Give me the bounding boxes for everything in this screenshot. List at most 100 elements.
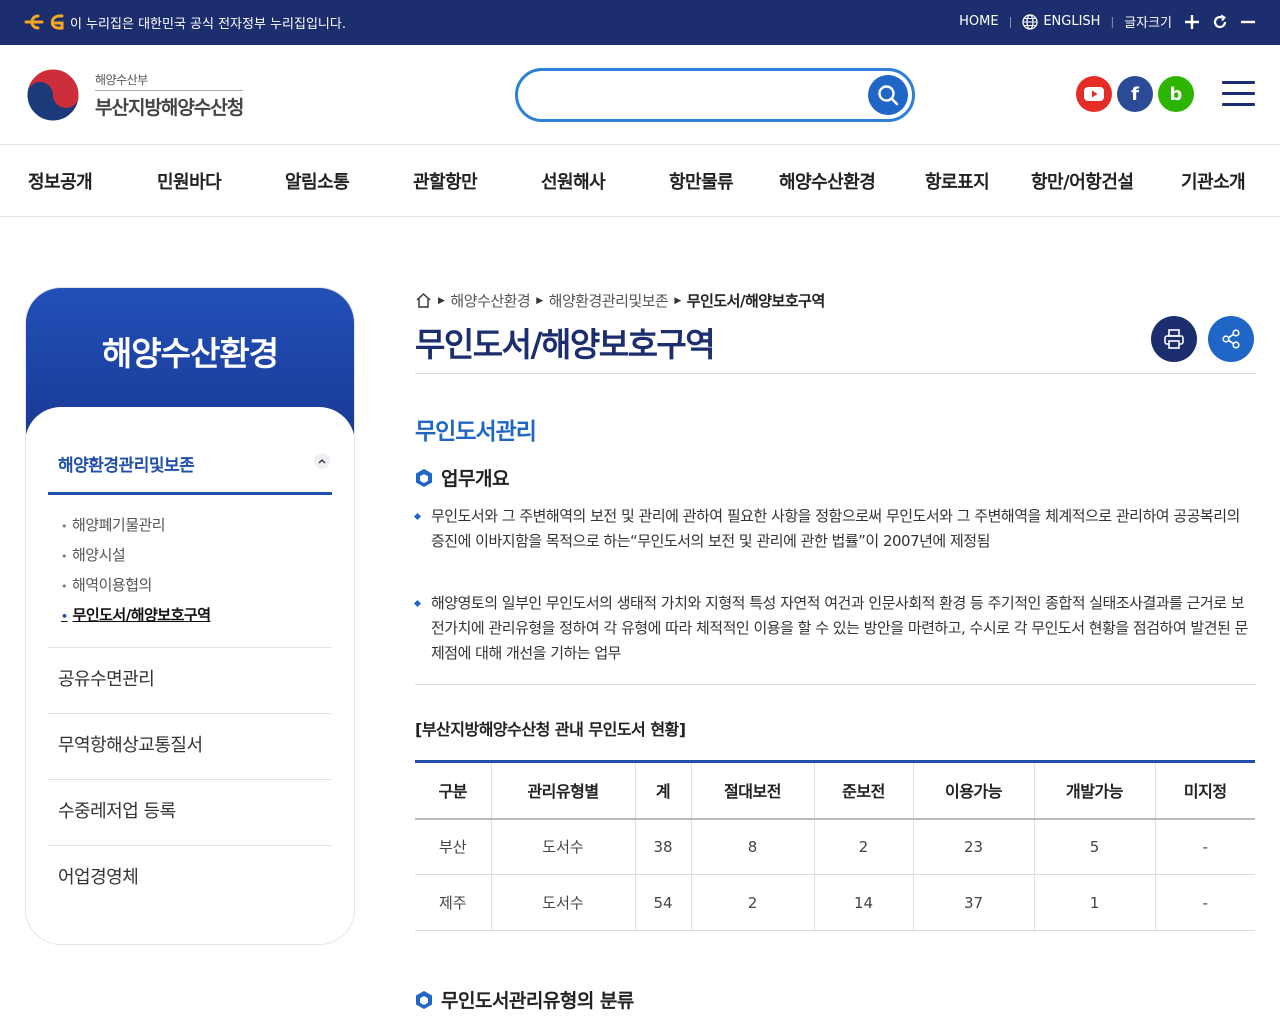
search-button[interactable] bbox=[868, 75, 908, 115]
utility-menu: HOME | ENGLISH | 글자크기 bbox=[959, 12, 1256, 31]
gnb-about[interactable]: 기관소개 bbox=[1181, 168, 1246, 194]
lnb-item[interactable]: 어업경영체 bbox=[48, 845, 332, 911]
table-caption: [부산지방해양수산청 관내 무인도서 현황] bbox=[415, 720, 686, 739]
search-input[interactable] bbox=[538, 81, 858, 109]
table-cell: 제주 bbox=[415, 874, 492, 931]
globe-icon bbox=[1022, 13, 1038, 30]
font-decrease-button[interactable] bbox=[1240, 14, 1256, 30]
title-divider bbox=[415, 373, 1256, 374]
breadcrumb-item[interactable]: 해양수산환경 bbox=[450, 290, 530, 311]
blog-icon: b bbox=[1169, 83, 1183, 105]
column-header: 미지정 bbox=[1155, 761, 1255, 820]
home-link[interactable]: HOME bbox=[959, 14, 998, 29]
subsection-title: 업무개요 bbox=[415, 464, 509, 491]
table-cell: 37 bbox=[913, 874, 1035, 931]
hexagon-bullet-icon bbox=[416, 990, 432, 1009]
blog-button[interactable]: b bbox=[1158, 76, 1194, 112]
lnb-item[interactable]: 수중레저업 등록 bbox=[48, 779, 332, 845]
lnb-item[interactable]: 공유수면관리 bbox=[48, 647, 332, 713]
table-row: 제주 도서수 54 2 14 37 1 - bbox=[415, 874, 1255, 931]
table-cell: 2 bbox=[691, 874, 815, 931]
table-cell: 54 bbox=[635, 874, 692, 931]
facebook-button[interactable]: f bbox=[1117, 76, 1153, 112]
youtube-button[interactable] bbox=[1076, 76, 1112, 112]
print-icon bbox=[1164, 329, 1184, 349]
site-logo[interactable]: 해양수산부 부산지방해양수산청 bbox=[25, 67, 244, 123]
table-row: 부산 도서수 38 8 2 23 5 - bbox=[415, 818, 1255, 875]
table-cell: 23 bbox=[913, 818, 1035, 875]
home-icon[interactable] bbox=[415, 292, 432, 309]
print-button[interactable] bbox=[1151, 316, 1197, 362]
sns-links: f b bbox=[1076, 76, 1194, 112]
table-cell: 5 bbox=[1034, 818, 1156, 875]
subsection-title-text: 무인도서관리유형의 분류 bbox=[441, 990, 634, 1012]
lnb-sub-list: 해양폐기물관리 해양시설 해역이용협의 무인도서/해양보호구역 bbox=[61, 515, 211, 635]
lnb-sub-item[interactable]: 해역이용협의 bbox=[61, 575, 211, 605]
breadcrumb-current: 무인도서/해양보호구역 bbox=[686, 292, 825, 310]
menu-button[interactable] bbox=[1222, 81, 1255, 108]
refresh-icon bbox=[1213, 14, 1227, 28]
table-cell: 8 bbox=[691, 818, 815, 875]
hexagon-bullet-icon bbox=[416, 468, 432, 487]
gnb-seafarers[interactable]: 선원해사 bbox=[541, 168, 606, 194]
search-icon bbox=[878, 85, 899, 106]
lnb-item[interactable]: 무역항해상교통질서 bbox=[48, 713, 332, 779]
lnb-sub-item-current[interactable]: 무인도서/해양보호구역 bbox=[61, 605, 211, 635]
gnb-navigation-aids[interactable]: 항로표지 bbox=[925, 168, 990, 194]
table-header-row: 구분 관리유형별 계 절대보전 준보전 이용가능 개발가능 미지정 bbox=[415, 761, 1255, 820]
table-cell: 도서수 bbox=[491, 874, 636, 931]
english-link[interactable]: ENGLISH bbox=[1022, 13, 1101, 30]
table-cell: 1 bbox=[1034, 874, 1156, 931]
table-cell: 38 bbox=[635, 818, 692, 875]
subsection-title-text: 업무개요 bbox=[441, 468, 509, 490]
ministry-name: 해양수산부 bbox=[95, 72, 148, 87]
hamburger-icon bbox=[1222, 81, 1255, 84]
column-header: 이용가능 bbox=[913, 761, 1035, 820]
facebook-icon: f bbox=[1131, 83, 1139, 105]
chevron-up-icon bbox=[314, 453, 330, 469]
lnb-sub-item[interactable]: 해양시설 bbox=[61, 545, 211, 575]
gnb-logistics[interactable]: 항만물류 bbox=[669, 168, 734, 194]
subsection-title: 무인도서관리유형의 분류 bbox=[415, 986, 634, 1013]
font-increase-button[interactable] bbox=[1184, 14, 1200, 30]
gnb-construction[interactable]: 항만/어항건설 bbox=[1031, 168, 1134, 194]
uninhabited-islands-table: 구분 관리유형별 계 절대보전 준보전 이용가능 개발가능 미지정 부산 도서수… bbox=[415, 760, 1255, 931]
breadcrumb-item[interactable]: 해양환경관리및보존 bbox=[549, 290, 669, 311]
lnb-sub-item[interactable]: 해양폐기물관리 bbox=[61, 515, 211, 545]
table-cell: 부산 bbox=[415, 818, 492, 875]
column-header: 관리유형별 bbox=[491, 761, 636, 820]
gnb-info-disclosure[interactable]: 정보공개 bbox=[28, 168, 93, 194]
main-navigation: 정보공개 민원바다 알림소통 관할항만 선원해사 항만물류 해양수산환경 항로표… bbox=[0, 146, 1280, 217]
page-title: 무인도서/해양보호구역 bbox=[415, 325, 716, 364]
table-cell: 도서수 bbox=[491, 818, 636, 875]
gov-notice: 이 누리집은 대한민국 공식 전자정부 누리집입니다. bbox=[24, 12, 346, 32]
agency-name: 부산지방해양수산청 bbox=[95, 89, 244, 120]
overview-paragraph: 해양영토의 일부인 무인도서의 생태적 가치와 지형적 특성 자연적 여건과 인… bbox=[415, 591, 1255, 666]
font-size-label: 글자크기 bbox=[1124, 16, 1172, 31]
site-header: 해양수산부 부산지방해양수산청 f b bbox=[0, 45, 1280, 145]
section-title: 무인도서관리 bbox=[415, 419, 537, 445]
overview-paragraph: 무인도서와 그 주변해역의 보전 및 관리에 관하여 필요한 사항을 정함으로써… bbox=[415, 504, 1255, 554]
lnb-active-group-label: 해양환경관리및보존 bbox=[58, 456, 195, 476]
table-cell: - bbox=[1155, 874, 1255, 931]
search-box bbox=[515, 68, 915, 122]
gnb-notice[interactable]: 알림소통 bbox=[285, 168, 350, 194]
font-reset-button[interactable] bbox=[1212, 14, 1228, 30]
gov-banner: 이 누리집은 대한민국 공식 전자정부 누리집입니다. HOME | ENGLI… bbox=[0, 0, 1280, 45]
minus-icon bbox=[1241, 20, 1255, 23]
gnb-civil-service[interactable]: 민원바다 bbox=[157, 168, 222, 194]
column-header: 절대보전 bbox=[691, 761, 815, 820]
table-cell: 14 bbox=[814, 874, 914, 931]
lnb-active-group[interactable]: 해양환경관리및보존 bbox=[48, 447, 332, 495]
gov-notice-text: 이 누리집은 대한민국 공식 전자정부 누리집입니다. bbox=[70, 16, 346, 32]
lnb-title: 해양수산환경 bbox=[101, 334, 279, 373]
column-header: 개발가능 bbox=[1034, 761, 1156, 820]
gnb-marine-env[interactable]: 해양수산환경 bbox=[779, 168, 876, 194]
share-button[interactable] bbox=[1208, 316, 1254, 362]
table-cell: - bbox=[1155, 818, 1255, 875]
english-label: ENGLISH bbox=[1043, 14, 1101, 29]
section-divider bbox=[415, 684, 1256, 685]
youtube-icon bbox=[1084, 87, 1104, 101]
gnb-ports[interactable]: 관할항만 bbox=[413, 168, 478, 194]
table-cell: 2 bbox=[814, 818, 914, 875]
